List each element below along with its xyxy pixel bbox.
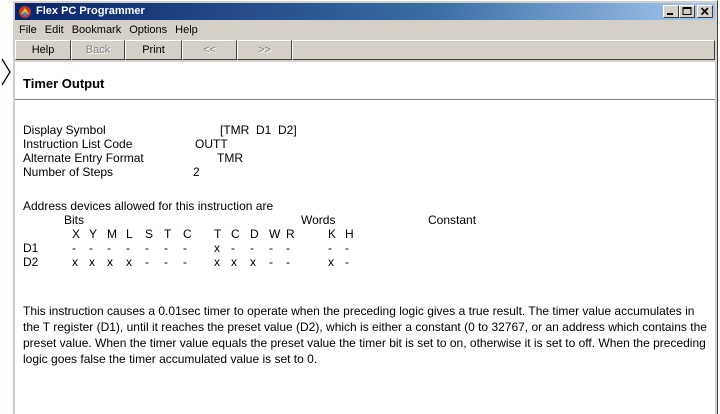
column-header: H [345,227,354,241]
column-header: T [164,227,172,241]
table-cell: x [72,255,78,269]
table-cell: - [164,255,168,269]
display-symbol-label: Display Symbol [23,123,106,137]
column-header: R [286,227,295,241]
column-header: C [183,227,192,241]
topic-title: Timer Output [23,76,105,91]
constant-header: Constant [428,213,477,227]
help-topics-button[interactable]: Help Topics [15,40,71,74]
alt-entry-value: TMR [217,151,243,165]
column-header: S [145,227,154,241]
table-cell: x [126,255,132,269]
table-cell: x [231,255,237,269]
table-cell: - [231,241,235,255]
next-topic-button[interactable]: >> [237,40,292,60]
column-header: M [107,227,117,241]
description-paragraph: This instruction causes a 0.01sec timer … [23,304,707,366]
close-button[interactable] [697,5,713,18]
window-controls [663,5,713,18]
minimize-button[interactable] [663,5,679,18]
table-cell: - [250,241,254,255]
app-icon [19,5,31,18]
table-cell: - [286,255,290,269]
menu-edit[interactable]: Edit [41,22,68,39]
window-title: Flex PC Programmer [36,5,145,17]
column-header: D [250,227,259,241]
table-cell: x [214,255,220,269]
column-header: W [269,227,281,241]
menu-options[interactable]: Options [125,22,171,39]
table-cell: x [214,241,220,255]
il-code-label: Instruction List Code [23,137,133,151]
print-button[interactable]: Print [125,40,182,60]
topic-content: Display Symbol [TMR D1 D2] Instruction L… [15,100,715,414]
topic-header: Timer Output [15,62,715,100]
help-window: Flex PC Programmer File Edit Bookmark Op… [12,0,718,414]
minimize-icon [667,13,673,15]
table-cell: - [269,241,273,255]
menu-bar: File Edit Bookmark Options Help [15,22,715,39]
menu-help[interactable]: Help [171,22,202,39]
help-toolbar: Help Topics Back Print << >> [15,40,715,74]
column-header: L [126,227,133,241]
table-cell: x [107,255,113,269]
table-cell: - [107,241,111,255]
row-label: D2 [23,255,39,269]
title-bar[interactable]: Flex PC Programmer [15,3,715,20]
column-header: X [72,227,81,241]
table-cell: - [345,241,349,255]
previous-topic-button[interactable]: << [182,40,237,60]
words-header: Words [301,213,336,227]
column-header: T [214,227,222,241]
il-code-value: OUTT [195,137,228,151]
table-cell: x [250,255,256,269]
table-cell: - [286,241,290,255]
display-symbol-value: [TMR D1 D2] [220,123,297,137]
table-cell: - [72,241,76,255]
table-cell: x [328,255,334,269]
alt-entry-label: Alternate Entry Format [23,151,144,165]
menu-bookmark[interactable]: Bookmark [68,22,126,39]
maximize-icon [682,7,692,15]
table-cell: - [145,255,149,269]
steps-label: Number of Steps [23,165,114,179]
address-intro: Address devices allowed for this instruc… [23,199,274,213]
steps-value: 2 [193,165,200,179]
table-cell: - [183,255,187,269]
table-cell: - [183,241,187,255]
table-cell: x [89,255,95,269]
close-icon [700,7,709,16]
table-cell: - [164,241,168,255]
table-cell: - [145,241,149,255]
column-header: K [328,227,337,241]
table-cell: - [269,255,273,269]
table-cell: - [328,241,332,255]
maximize-button[interactable] [679,5,695,18]
column-header: C [231,227,240,241]
back-button[interactable]: Back [71,40,125,60]
column-header: Y [89,227,98,241]
table-cell: - [126,241,130,255]
row-label: D1 [23,241,39,255]
table-cell: - [89,241,93,255]
table-cell: - [345,255,349,269]
bits-header: Bits [64,213,85,227]
menu-file[interactable]: File [15,22,41,39]
toolbar-filler [292,40,715,60]
